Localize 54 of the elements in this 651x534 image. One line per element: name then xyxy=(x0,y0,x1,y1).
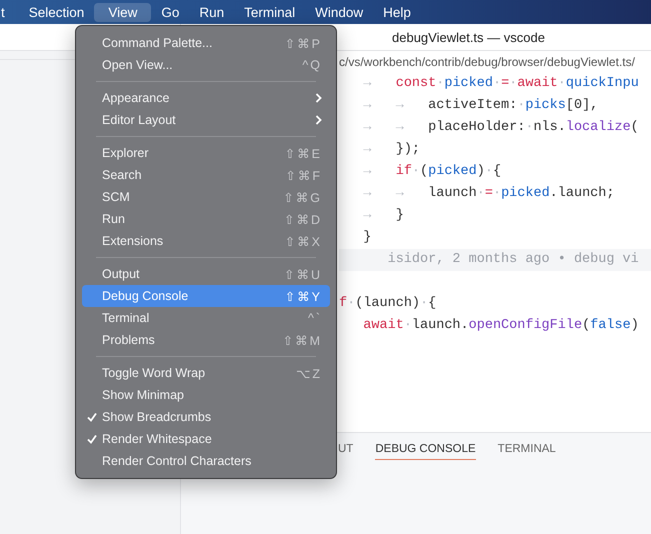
code-line: → } xyxy=(362,207,405,225)
window-title: debugViewlet.ts — vscode xyxy=(392,30,545,44)
code-line: } xyxy=(362,229,372,247)
menu-item[interactable]: Show Breadcrumbs xyxy=(82,406,330,428)
menu-title[interactable]: Go xyxy=(151,2,190,22)
shortcut-label: ⇧⌘F xyxy=(285,168,322,182)
menu-item[interactable]: Run ⇧⌘D xyxy=(82,208,330,230)
shortcut-label: ⇧⌘D xyxy=(284,212,322,226)
menu-title[interactable]: Run xyxy=(189,2,234,22)
menu-title[interactable]: t xyxy=(0,2,15,22)
menu-item[interactable]: Toggle Word Wrap ⌥Z xyxy=(82,362,330,384)
menu-item[interactable]: Debug Console ⇧⌘Y xyxy=(82,285,330,307)
shortcut-label: ⇧⌘E xyxy=(284,146,322,160)
menu-item[interactable]: Render Whitespace xyxy=(82,428,330,450)
menu-item[interactable]: Appearance xyxy=(82,87,330,109)
shortcut-label: ⇧⌘M xyxy=(282,332,322,348)
menu-item[interactable]: Open View... ^Q xyxy=(82,54,330,76)
menu-item[interactable]: Search ⇧⌘F xyxy=(82,164,330,186)
menu-item[interactable]: Editor Layout xyxy=(82,109,330,131)
menu-title[interactable]: View xyxy=(94,2,152,22)
menu-title[interactable]: Selection xyxy=(18,2,94,22)
panel-tab[interactable]: DEBUG CONSOLE xyxy=(375,443,476,460)
menu-item[interactable]: Command Palette... ⇧⌘P xyxy=(82,32,330,54)
code-line: → const·picked·=·await·quickInpu xyxy=(362,75,640,93)
shortcut-label: ⇧⌘P xyxy=(284,36,322,50)
code-line: f·(launch)·{ xyxy=(339,295,438,313)
shortcut-label: ^` xyxy=(308,311,322,325)
menu-item[interactable]: Problems ⇧⌘M xyxy=(82,329,330,351)
menu-item[interactable]: Terminal ^` xyxy=(82,307,330,329)
blame-annotation: isidor, 2 months ago • debug vi xyxy=(339,249,651,271)
code-line: → if·(picked)·{ xyxy=(362,163,502,181)
menu-item[interactable]: Render Control Characters xyxy=(82,450,330,472)
shortcut-label: ⇧⌘G xyxy=(283,190,322,204)
shortcut-label: ⇧⌘X xyxy=(284,234,322,248)
shortcut-label: ^Q xyxy=(302,58,322,72)
menu-title[interactable]: Window xyxy=(305,2,374,22)
shortcut-label: ⇧⌘U xyxy=(284,266,322,282)
panel-tab[interactable]: UT xyxy=(338,443,354,460)
breadcrumb-path[interactable]: c/vs/workbench/contrib/debug/browser/debugViewlet.ts/ xyxy=(339,51,651,73)
code-line: → → launch·=·picked.launch; xyxy=(362,185,616,203)
menu-title[interactable]: Help xyxy=(373,2,421,22)
menu-item[interactable]: Show Minimap xyxy=(82,384,330,406)
code-line: → }); xyxy=(362,141,422,159)
code-line: await·launch.openConfigFile(false) xyxy=(362,317,640,335)
shortcut-label: ⇧⌘Y xyxy=(284,288,322,304)
panel-tab[interactable]: TERMINAL xyxy=(498,443,556,460)
menu-item[interactable]: SCM ⇧⌘G xyxy=(82,186,330,208)
menu-item[interactable]: Explorer ⇧⌘E xyxy=(82,142,330,164)
code-line: → → placeHolder:·nls.localize( xyxy=(362,119,640,137)
menu-title[interactable]: Terminal xyxy=(234,2,306,22)
menu-item[interactable]: Output ⇧⌘U xyxy=(82,263,330,285)
shortcut-label: ⌥Z xyxy=(296,366,322,380)
menu-item[interactable]: Extensions ⇧⌘X xyxy=(82,230,330,252)
code-line: → → activeItem:·picks[0], xyxy=(362,97,600,115)
